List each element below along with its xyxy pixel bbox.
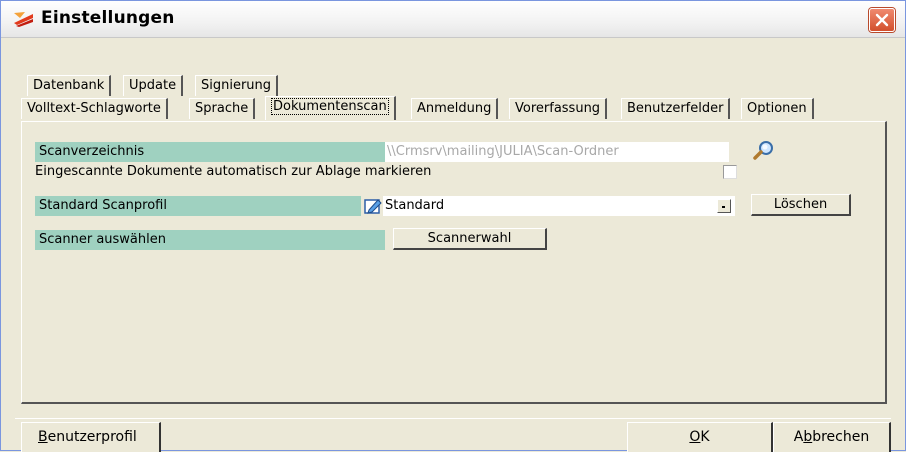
tab-optionen[interactable]: Optionen bbox=[741, 98, 814, 119]
app-icon bbox=[13, 10, 35, 28]
tab-volltext-schlagworte[interactable]: Volltext-Schlagworte bbox=[21, 98, 168, 119]
title-bar: Einstellungen bbox=[1, 1, 905, 38]
delete-profile-button[interactable]: Löschen bbox=[751, 194, 851, 216]
tab-sprache[interactable]: Sprache bbox=[189, 98, 256, 119]
scan-directory-label: Scanverzeichnis bbox=[35, 142, 385, 162]
ok-button[interactable]: OK bbox=[627, 422, 773, 452]
tab-update[interactable]: Update bbox=[123, 75, 184, 96]
tab-anmeldung[interactable]: Anmeldung bbox=[411, 98, 499, 119]
scan-directory-field[interactable]: \\Crmsrv\mailing\JULIA\Scan-Ordner bbox=[385, 142, 729, 162]
auto-mark-checkbox[interactable] bbox=[723, 165, 737, 179]
settings-window: Einstellungen Datenbank Update Signierun… bbox=[0, 0, 906, 452]
tab-datenbank[interactable]: Datenbank bbox=[27, 75, 112, 96]
user-profile-button[interactable]: Benutzerprofil bbox=[21, 422, 161, 452]
dropdown-arrow-icon[interactable] bbox=[717, 199, 731, 213]
search-icon[interactable] bbox=[753, 140, 775, 160]
auto-mark-label: Eingescannte Dokumente automatisch zur A… bbox=[35, 164, 432, 179]
scanner-select-button[interactable]: Scannerwahl bbox=[393, 228, 547, 250]
tab-dokumentenscan[interactable]: Dokumentenscan bbox=[265, 96, 396, 120]
footer-divider bbox=[15, 418, 891, 419]
close-icon bbox=[875, 13, 889, 27]
tab-vorerfassung[interactable]: Vorerfassung bbox=[509, 98, 608, 119]
edit-profile-icon[interactable] bbox=[363, 197, 383, 215]
tab-benutzerfelder[interactable]: Benutzerfelder bbox=[621, 98, 731, 119]
scan-profile-select[interactable]: Standard bbox=[383, 196, 735, 216]
select-scanner-label: Scanner auswählen bbox=[35, 230, 385, 250]
scan-profile-label: Standard Scanprofil bbox=[35, 196, 361, 216]
tab-signierung[interactable]: Signierung bbox=[195, 75, 279, 96]
close-button[interactable] bbox=[869, 8, 895, 32]
window-title: Einstellungen bbox=[41, 8, 175, 28]
cancel-button[interactable]: Abbrechen bbox=[773, 422, 891, 452]
